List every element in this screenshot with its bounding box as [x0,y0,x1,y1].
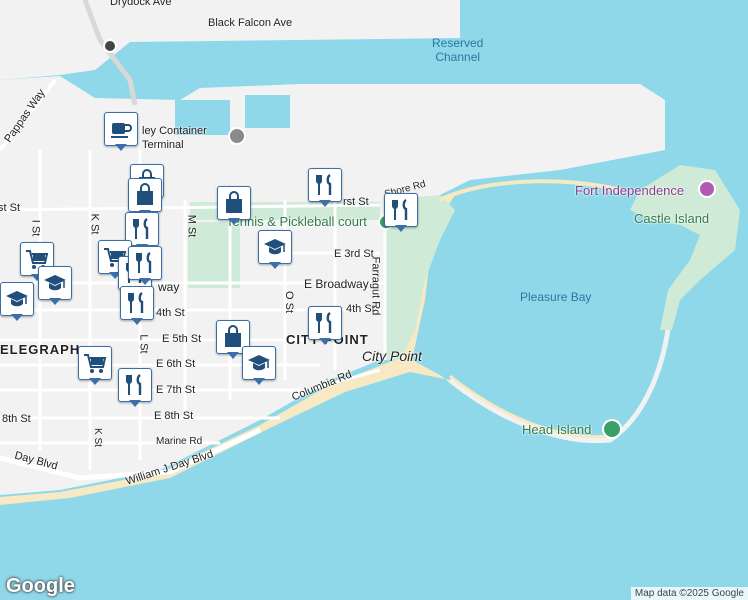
label-k-st-south: K St [91,428,103,447]
poi-pin-tail [49,298,61,305]
terminal-marker[interactable] [228,127,246,145]
label-farragut-rd: Farragut Rd [369,256,382,316]
pier-gap [245,95,290,128]
poi-pin-body [78,346,112,380]
label-e-3rd-st: E 3rd St [334,248,374,260]
poi-pin-tail [395,225,407,232]
label-marine-rd: Marine Rd [156,436,203,447]
poi-pin-body [128,246,162,280]
label-container-terminal-text: ley Container Terminal [142,125,207,151]
poi-pin[interactable] [258,230,294,270]
poi-pin[interactable] [120,286,156,326]
label-k-st: K St [88,213,101,235]
poi-pin-body [308,306,342,340]
poi-pin[interactable] [217,186,253,226]
poi-pin[interactable] [104,112,140,152]
transit-marker[interactable] [103,39,117,53]
poi-pin-body [242,346,276,380]
museum-marker[interactable] [698,180,716,198]
google-logo[interactable]: Google [6,575,75,598]
poi-pin-tail [131,318,143,325]
poi-pin-tail [115,144,127,151]
label-first-st: rst St [343,196,369,208]
label-head-island: Head Island [522,422,592,437]
poi-pin-body [118,368,152,402]
poi-pin-body [104,112,138,146]
poi-pin-body [120,286,154,320]
park-marker-head-island[interactable] [602,419,622,439]
poi-pin-body [308,168,342,202]
label-m-st: M St [185,214,198,238]
poi-pin-body [384,193,418,227]
poi-pin-body [0,282,34,316]
label-castle-island: Castle Island [634,211,710,226]
poi-pin-body [128,178,162,212]
label-e-8th-st: E 8th St [154,410,194,422]
label-4th-st-left: 4th St [156,307,185,319]
poi-pin[interactable] [308,306,344,346]
poi-pin[interactable] [128,246,164,286]
label-e-broadway: E Broadway [304,277,369,291]
label-e-7th-st: E 7th St [156,384,196,396]
poi-pin-tail [319,200,331,207]
poi-pin[interactable] [384,193,420,233]
poi-pin-tail [253,378,265,385]
map-attribution[interactable]: Map data ©2025 Google [630,587,748,600]
label-fort-independence: Fort Independence [575,183,685,198]
poi-pin-body [38,266,72,300]
label-first-st-left: st St [0,202,21,214]
label-city-point: City Point [362,348,422,364]
label-black-falcon-ave: Black Falcon Ave [208,17,293,29]
poi-pin[interactable] [0,282,36,322]
label-drydock-ave: Drydock Ave [110,0,172,8]
label-reserved-channel: Reserved Channel [432,36,483,64]
poi-pin[interactable] [118,368,154,408]
label-e-5th-st: E 5th St [162,333,202,345]
poi-pin-tail [129,400,141,407]
label-l-st: L St [137,334,150,354]
label-i-st: I St [29,219,42,237]
poi-pin-tail [228,218,240,225]
label-e-6th-st: E 6th St [156,358,196,370]
label-telegraph: ELEGRAPH [0,342,81,357]
poi-pin-body [217,186,251,220]
poi-pin[interactable] [78,346,114,386]
poi-pin-tail [139,278,151,285]
poi-pin[interactable] [308,168,344,208]
label-8th-st-left: 8th St [2,413,31,425]
poi-pin-tail [227,352,239,359]
poi-pin-tail [269,262,281,269]
poi-pin-tail [89,378,101,385]
label-o-st: O St [283,290,296,314]
poi-pin-tail [11,314,23,321]
poi-pin[interactable] [242,346,278,386]
poi-pin-tail [319,338,331,345]
label-reserved-channel-text: Reserved Channel [432,36,484,64]
poi-pin-body [258,230,292,264]
poi-pin[interactable] [38,266,74,306]
label-pleasure-bay: Pleasure Bay [520,290,592,304]
label-container-terminal: ley Container Terminal [142,124,207,152]
